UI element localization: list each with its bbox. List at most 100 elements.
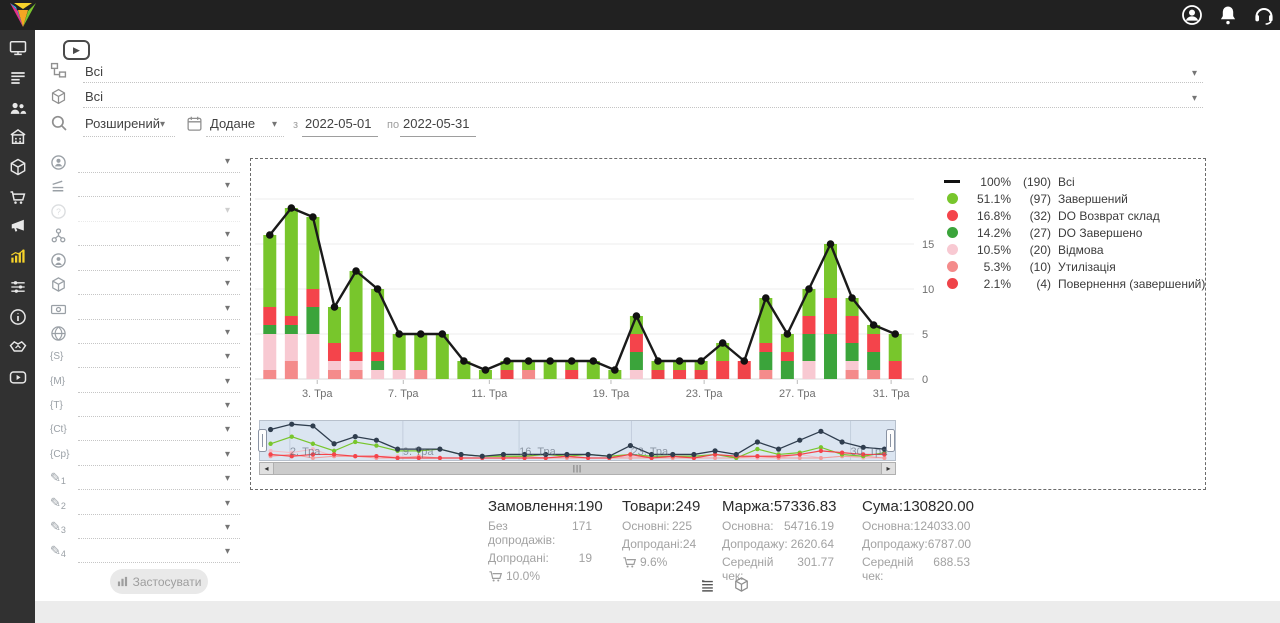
filter-row-structure[interactable]: ▾ bbox=[50, 224, 240, 248]
total-line-point[interactable] bbox=[439, 330, 447, 338]
total-line-point[interactable] bbox=[568, 357, 576, 365]
stacked-bar-segment[interactable] bbox=[414, 334, 427, 370]
stacked-bar-segment[interactable] bbox=[738, 370, 751, 379]
total-line-point[interactable] bbox=[762, 294, 770, 302]
stacked-bar-segment[interactable] bbox=[350, 370, 363, 379]
stacked-bar-segment[interactable] bbox=[306, 289, 319, 307]
sidebar-item-products[interactable] bbox=[8, 157, 28, 177]
scroll-right-button[interactable]: ▸ bbox=[881, 463, 895, 474]
stacked-bar-segment[interactable] bbox=[781, 352, 794, 361]
scroll-left-button[interactable]: ◂ bbox=[260, 463, 274, 474]
product-filter-select[interactable] bbox=[83, 89, 1203, 108]
total-line-point[interactable] bbox=[374, 285, 382, 293]
scrollbar-grip[interactable]: ||| bbox=[573, 463, 582, 474]
sidebar-item-customers[interactable] bbox=[8, 98, 28, 118]
stacked-bar-segment[interactable] bbox=[802, 361, 815, 379]
sidebar-item-analytics-active[interactable] bbox=[8, 246, 28, 266]
sidebar-item-marketing[interactable] bbox=[8, 216, 28, 236]
navigator-right-handle[interactable] bbox=[886, 429, 895, 452]
stacked-bar-segment[interactable] bbox=[263, 334, 276, 370]
video-help-button[interactable]: ▶ bbox=[63, 40, 90, 60]
app-logo[interactable] bbox=[8, 1, 38, 29]
stacked-bar-segment[interactable] bbox=[306, 217, 319, 289]
total-line-point[interactable] bbox=[352, 267, 360, 275]
stacked-bar-segment[interactable] bbox=[695, 370, 708, 379]
filter-row-utm-medium[interactable]: {M} ▾ bbox=[50, 371, 240, 395]
notifications-button[interactable] bbox=[1216, 3, 1240, 27]
stacked-bar-segment[interactable] bbox=[802, 316, 815, 334]
sidebar-item-partners[interactable] bbox=[8, 336, 28, 356]
legend-item[interactable]: 5.3% (10) Утилізація bbox=[939, 258, 1199, 275]
total-line-point[interactable] bbox=[740, 357, 748, 365]
sidebar-item-orders[interactable] bbox=[8, 68, 28, 88]
total-line-point[interactable] bbox=[503, 357, 511, 365]
total-line-point[interactable] bbox=[827, 240, 835, 248]
legend-item[interactable]: 100% (190) Всі bbox=[939, 173, 1199, 190]
filter-row-custom-3[interactable]: ✎3 ▾ bbox=[50, 517, 240, 541]
stacked-bar-segment[interactable] bbox=[350, 352, 363, 361]
total-line-point[interactable] bbox=[266, 231, 274, 239]
total-line-point[interactable] bbox=[331, 303, 339, 311]
stacked-bar-segment[interactable] bbox=[263, 307, 276, 325]
stacked-bar-segment[interactable] bbox=[393, 334, 406, 370]
total-line-point[interactable] bbox=[805, 285, 813, 293]
filter-row-manager[interactable]: ▾ bbox=[50, 249, 240, 273]
stacked-bar-segment[interactable] bbox=[824, 298, 837, 334]
stacked-bar-segment[interactable] bbox=[285, 361, 298, 379]
legend-item[interactable]: 14.2% (27) DO Завершено bbox=[939, 224, 1199, 241]
stacked-bar-segment[interactable] bbox=[846, 343, 859, 361]
stacked-bar-segment[interactable] bbox=[889, 361, 902, 379]
total-line-point[interactable] bbox=[848, 294, 856, 302]
filter-row-custom-4[interactable]: ✎4 ▾ bbox=[50, 541, 240, 565]
stacked-bar-segment[interactable] bbox=[285, 208, 298, 316]
total-line-point[interactable] bbox=[589, 357, 597, 365]
stacked-bar-segment[interactable] bbox=[371, 352, 384, 361]
stacked-bar-segment[interactable] bbox=[306, 334, 319, 379]
stacked-bar-segment[interactable] bbox=[371, 370, 384, 379]
total-line-point[interactable] bbox=[633, 312, 641, 320]
stacked-bar-segment[interactable] bbox=[565, 370, 578, 379]
filter-row-website[interactable]: ▾ bbox=[50, 322, 240, 346]
filter-row-status[interactable]: ▾ bbox=[50, 175, 240, 199]
total-line-point[interactable] bbox=[460, 357, 468, 365]
total-line-point[interactable] bbox=[697, 357, 705, 365]
chevron-down-icon[interactable]: ▾ bbox=[1192, 94, 1197, 104]
legend-item[interactable]: 16.8% (32) DO Возврат склад bbox=[939, 207, 1199, 224]
stacked-bar-segment[interactable] bbox=[759, 370, 772, 379]
stacked-bar-segment[interactable] bbox=[889, 334, 902, 361]
stacked-bar-segment[interactable] bbox=[263, 235, 276, 307]
stacked-bar-segment[interactable] bbox=[630, 352, 643, 370]
filter-row-utm-content[interactable]: {Ct} ▾ bbox=[50, 419, 240, 443]
total-line-point[interactable] bbox=[611, 366, 619, 374]
filter-row-payment[interactable]: ▾ bbox=[50, 298, 240, 322]
stacked-bar-segment[interactable] bbox=[759, 343, 772, 352]
stacked-bar-segment[interactable] bbox=[673, 370, 686, 379]
stacked-bar-segment[interactable] bbox=[350, 271, 363, 352]
total-line-point[interactable] bbox=[546, 357, 554, 365]
total-line-point[interactable] bbox=[288, 204, 296, 212]
stacked-bar-segment[interactable] bbox=[846, 316, 859, 343]
legend-item[interactable]: 2.1% (4) Повернення (завершений) bbox=[939, 275, 1199, 292]
stacked-bar-segment[interactable] bbox=[263, 325, 276, 334]
sidebar-item-settings[interactable] bbox=[8, 277, 28, 297]
legend-item[interactable]: 10.5% (20) Відмова bbox=[939, 241, 1199, 258]
total-line-point[interactable] bbox=[525, 357, 533, 365]
date-field-select[interactable] bbox=[206, 116, 284, 137]
chart-navigator[interactable]: 2. Тра9. Тра16. Тра23. Тра30. Тра bbox=[259, 420, 896, 461]
stacked-bar-segment[interactable] bbox=[781, 361, 794, 379]
support-button[interactable] bbox=[1252, 3, 1276, 27]
stacked-bar-segment[interactable] bbox=[846, 370, 859, 379]
stacked-bar-segment[interactable] bbox=[328, 307, 341, 343]
stacked-bar-segment[interactable] bbox=[285, 316, 298, 325]
view-orders-list-button[interactable] bbox=[699, 576, 716, 593]
sidebar-item-dashboard[interactable] bbox=[8, 38, 28, 58]
stacked-bar-segment[interactable] bbox=[306, 307, 319, 334]
filter-row-product-type[interactable]: ▾ bbox=[50, 273, 240, 297]
stacked-bar-segment[interactable] bbox=[846, 361, 859, 370]
stacked-bar-segment[interactable] bbox=[393, 370, 406, 379]
sidebar-item-video-lessons[interactable] bbox=[8, 367, 28, 387]
stacked-bar-segment[interactable] bbox=[802, 289, 815, 316]
filter-row-utm-campaign[interactable]: {Cp} ▾ bbox=[50, 444, 240, 468]
navigator-left-handle[interactable] bbox=[258, 429, 267, 452]
view-products-button[interactable] bbox=[733, 576, 750, 593]
